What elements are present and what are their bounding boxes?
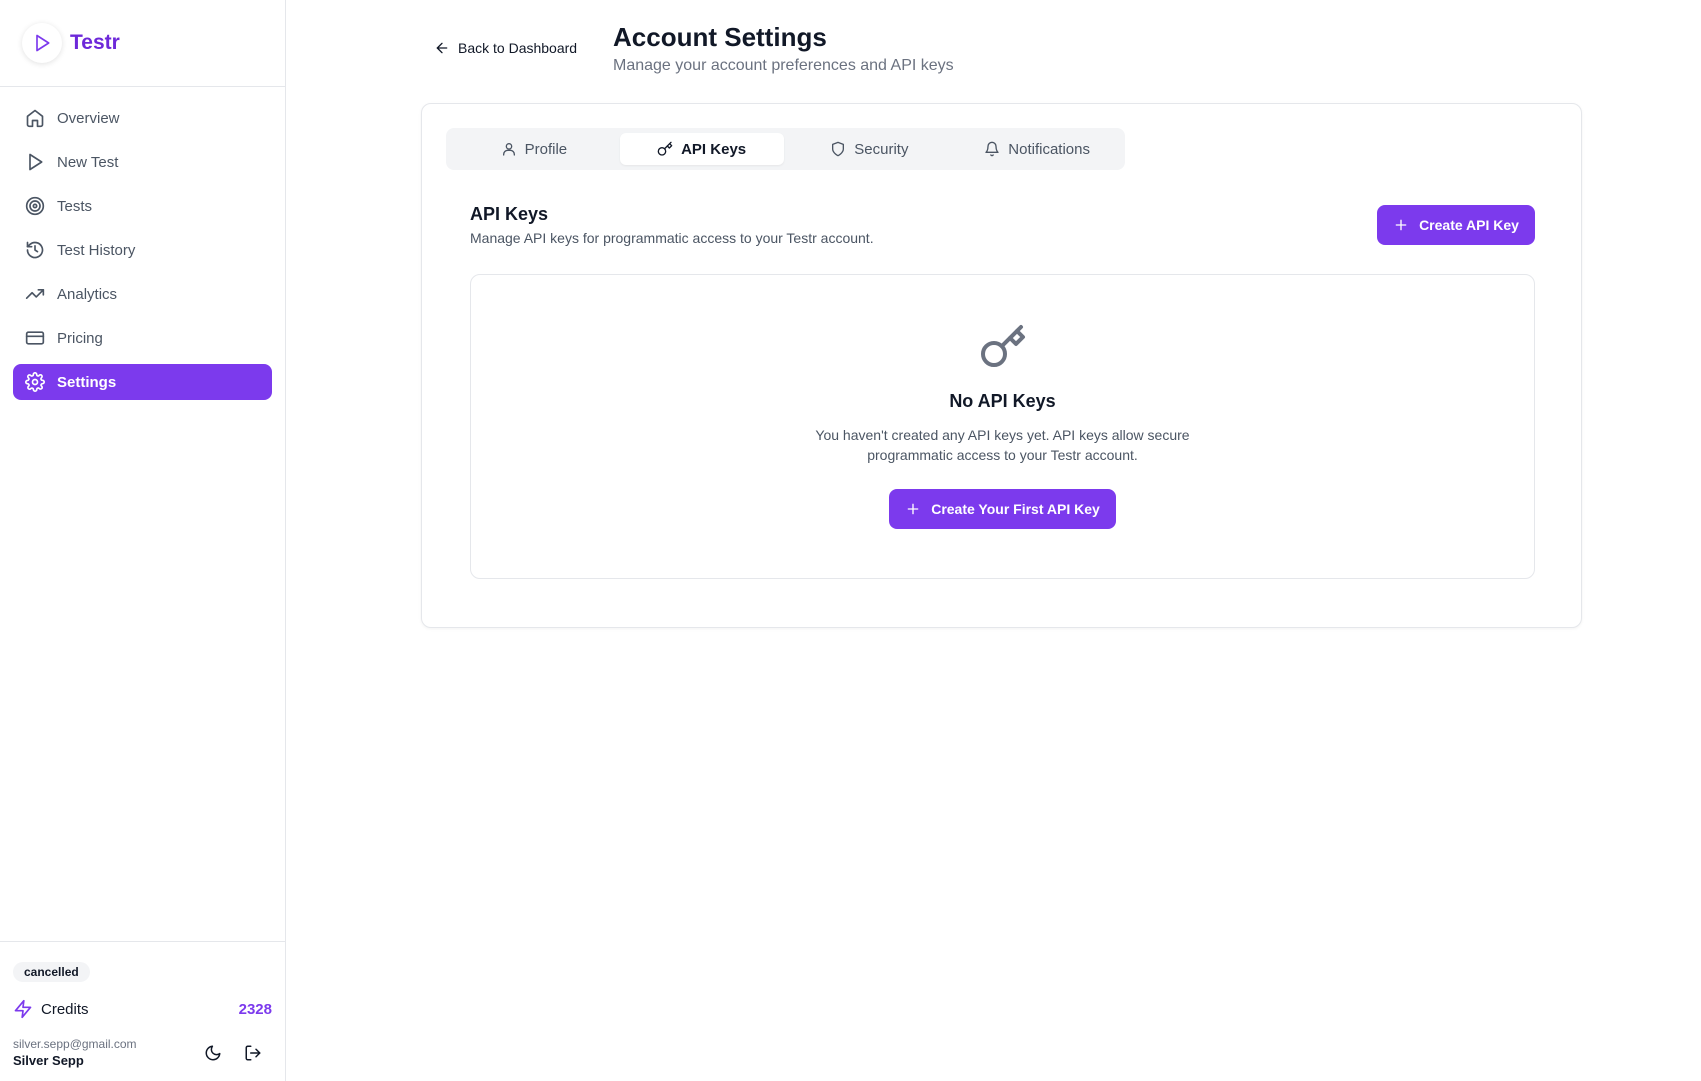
shield-icon bbox=[832, 141, 845, 157]
empty-state-title: No API Keys bbox=[949, 391, 1056, 411]
sidebar-item-label: Analytics bbox=[57, 285, 118, 303]
tab-security[interactable]: Security bbox=[788, 133, 952, 165]
arrow-left-icon bbox=[436, 42, 448, 54]
plus-icon bbox=[907, 503, 919, 515]
sidebar: Testr Overview New Test Tests Test Histo… bbox=[0, 0, 286, 1081]
sidebar-item-overview[interactable]: Overview bbox=[13, 100, 272, 136]
sidebar-item-label: Test History bbox=[57, 241, 136, 259]
home-icon bbox=[26, 109, 44, 128]
credits-label: Credits bbox=[41, 1000, 89, 1018]
main-content: Back to Dashboard Account Settings Manag… bbox=[287, 0, 1701, 1081]
tab-profile[interactable]: Profile bbox=[452, 133, 616, 165]
logout-icon[interactable] bbox=[244, 1044, 262, 1062]
api-keys-description: Manage API keys for programmatic access … bbox=[470, 230, 874, 246]
moon-icon[interactable] bbox=[204, 1044, 222, 1062]
status-badge: cancelled bbox=[13, 962, 90, 982]
key-icon bbox=[981, 325, 1025, 367]
user-icon bbox=[502, 143, 515, 156]
credits-value: 2328 bbox=[238, 1000, 272, 1018]
brand-name: Testr bbox=[70, 31, 120, 54]
tab-label: API Keys bbox=[681, 140, 747, 158]
empty-state-description: You haven't created any API keys yet. AP… bbox=[471, 425, 1534, 465]
key-icon bbox=[657, 141, 673, 156]
sidebar-item-pricing[interactable]: Pricing bbox=[13, 320, 272, 356]
sidebar-item-label: Overview bbox=[57, 109, 120, 127]
empty-state-description-line-2: programmatic access to your Testr accoun… bbox=[867, 447, 1138, 463]
back-to-dashboard-link[interactable]: Back to Dashboard bbox=[434, 40, 577, 56]
brand[interactable]: Testr bbox=[0, 0, 285, 87]
sidebar-item-settings[interactable]: Settings bbox=[13, 364, 272, 400]
tab-label: Notifications bbox=[1008, 140, 1090, 158]
user-row: silver.sepp@gmail.com Silver Sepp bbox=[13, 1037, 272, 1068]
sidebar-item-label: Tests bbox=[57, 197, 93, 215]
bell-icon bbox=[985, 141, 999, 157]
tab-label: Profile bbox=[524, 140, 568, 158]
sidebar-item-test-history[interactable]: Test History bbox=[13, 232, 272, 268]
create-first-api-key-label: Create Your First API Key bbox=[931, 501, 1100, 517]
app: Testr Overview New Test Tests Test Histo… bbox=[0, 0, 1701, 1081]
tab-label: Security bbox=[854, 140, 909, 158]
sidebar-item-label: Pricing bbox=[57, 329, 103, 347]
api-keys-title: API Keys bbox=[470, 204, 549, 224]
sidebar-footer: cancelled Credits 2328 silver.sepp@gmail… bbox=[0, 941, 285, 1081]
empty-state-description-line-1: You haven't created any API keys yet. AP… bbox=[815, 427, 1190, 443]
credits-row: Credits 2328 bbox=[13, 999, 272, 1019]
history-icon bbox=[26, 241, 44, 259]
create-first-api-key-button[interactable]: Create Your First API Key bbox=[889, 489, 1116, 529]
empty-state: No API Keys You haven't created any API … bbox=[470, 274, 1535, 579]
page-title: Account Settings bbox=[613, 22, 827, 52]
tab-notifications[interactable]: Notifications bbox=[955, 133, 1119, 165]
play-icon bbox=[29, 153, 43, 171]
sidebar-nav: Overview New Test Tests Test History Ana… bbox=[0, 87, 285, 400]
sidebar-item-label: New Test bbox=[57, 153, 119, 171]
gear-icon bbox=[25, 372, 45, 392]
back-label: Back to Dashboard bbox=[458, 40, 578, 56]
tab-api-keys[interactable]: API Keys bbox=[619, 133, 784, 165]
create-api-key-label: Create API Key bbox=[1419, 217, 1519, 233]
plus-icon bbox=[1395, 219, 1407, 231]
target-icon bbox=[25, 196, 45, 216]
sidebar-item-analytics[interactable]: Analytics bbox=[13, 276, 272, 312]
settings-card: Profile API Keys Security Notifications … bbox=[421, 103, 1582, 628]
sidebar-item-label: Settings bbox=[57, 373, 117, 391]
sidebar-item-new-test[interactable]: New Test bbox=[13, 144, 272, 180]
lightning-icon bbox=[14, 999, 32, 1019]
user-email: silver.sepp@gmail.com bbox=[13, 1037, 137, 1051]
play-logo-icon bbox=[22, 23, 62, 63]
trending-up-icon bbox=[25, 289, 45, 299]
settings-tabs: Profile API Keys Security Notifications bbox=[446, 128, 1125, 170]
credit-card-icon bbox=[25, 331, 45, 345]
page-subtitle: Manage your account preferences and API … bbox=[613, 57, 954, 74]
sidebar-item-tests[interactable]: Tests bbox=[13, 188, 272, 224]
user-name: Silver Sepp bbox=[13, 1053, 84, 1068]
create-api-key-button[interactable]: Create API Key bbox=[1377, 205, 1535, 245]
